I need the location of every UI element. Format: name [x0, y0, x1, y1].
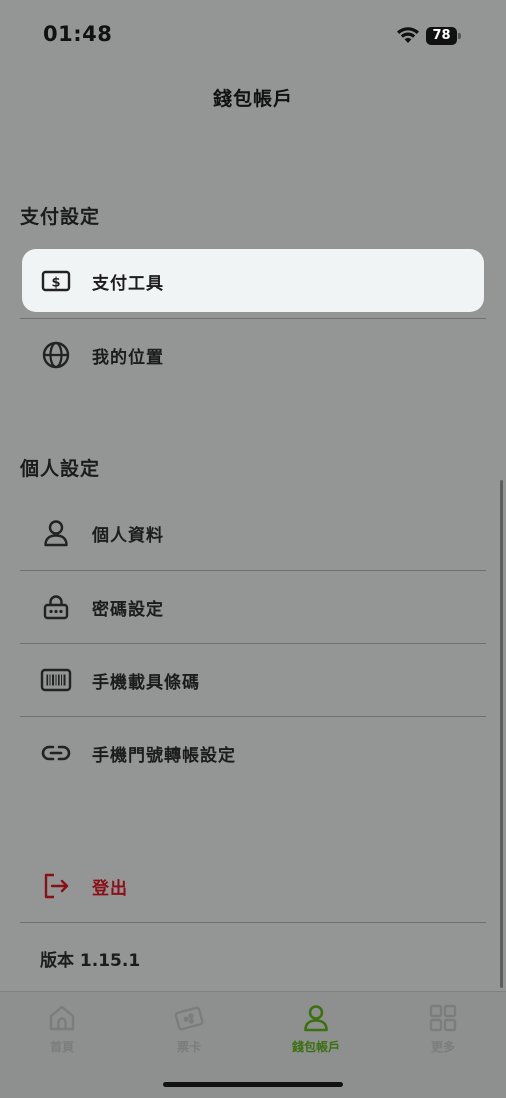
- wallet-account-screen: 01:48 78 錢包帳戶 支付設定 $ 支付工具 我的位置 個人設定 個人資料…: [0, 0, 506, 1098]
- scrollbar[interactable]: [500, 480, 503, 988]
- menu-item-label: 密碼設定: [92, 600, 164, 620]
- menu-item-label: 個人資料: [92, 526, 164, 546]
- tab-label: 錢包帳戶: [291, 1040, 340, 1054]
- tab-label: 更多: [430, 1040, 455, 1054]
- tab-wallet-account[interactable]: 錢包帳戶: [271, 1002, 361, 1062]
- tab-label: 首頁: [49, 1040, 74, 1054]
- menu-item-profile[interactable]: 個人資料: [20, 500, 486, 566]
- logout-icon: [44, 873, 69, 899]
- globe-icon: [42, 341, 70, 369]
- link-icon: [41, 745, 71, 761]
- wifi-icon: [397, 27, 419, 43]
- section-heading-payment: 支付設定: [20, 206, 101, 228]
- version-text: 版本 1.15.1: [40, 951, 141, 971]
- password-icon: [43, 595, 69, 620]
- grid-icon: [429, 1004, 457, 1032]
- menu-item-label: 支付工具: [92, 274, 164, 294]
- status-bar: 01:48 78: [0, 0, 506, 70]
- divider: [20, 922, 486, 923]
- tab-cards[interactable]: 票卡: [144, 1002, 234, 1062]
- tab-home[interactable]: 首頁: [17, 1002, 107, 1062]
- battery-icon: 78: [426, 27, 462, 45]
- divider: [20, 318, 486, 319]
- menu-item-payment-tools[interactable]: $ 支付工具: [22, 249, 484, 312]
- person-icon: [44, 520, 68, 547]
- menu-item-phone-transfer[interactable]: 手機門號轉帳設定: [20, 720, 486, 786]
- cash-icon: $: [41, 270, 71, 292]
- battery-level: 78: [432, 28, 451, 43]
- divider: [20, 570, 486, 571]
- home-indicator[interactable]: [163, 1082, 343, 1087]
- divider: [20, 716, 486, 717]
- status-time: 01:48: [43, 22, 113, 46]
- menu-item-label: 我的位置: [92, 348, 164, 368]
- logout-button[interactable]: 登出: [20, 853, 486, 919]
- menu-item-label: 手機門號轉帳設定: [92, 746, 236, 766]
- menu-item-my-location[interactable]: 我的位置: [20, 322, 486, 388]
- section-heading-personal: 個人設定: [20, 458, 101, 480]
- menu-item-mobile-barcode[interactable]: 手機載具條碼: [20, 647, 486, 713]
- tab-label: 票卡: [176, 1040, 201, 1054]
- tab-more[interactable]: 更多: [398, 1002, 488, 1062]
- logout-label: 登出: [92, 879, 128, 899]
- divider: [20, 643, 486, 644]
- home-icon: [49, 1005, 75, 1031]
- barcode-icon: [40, 668, 72, 692]
- page-title: 錢包帳戶: [212, 88, 293, 110]
- menu-item-label: 手機載具條碼: [92, 673, 200, 693]
- card-icon: [174, 1006, 204, 1031]
- person-icon: [304, 1005, 328, 1032]
- svg-text:$: $: [51, 276, 60, 291]
- menu-item-password[interactable]: 密碼設定: [20, 574, 486, 640]
